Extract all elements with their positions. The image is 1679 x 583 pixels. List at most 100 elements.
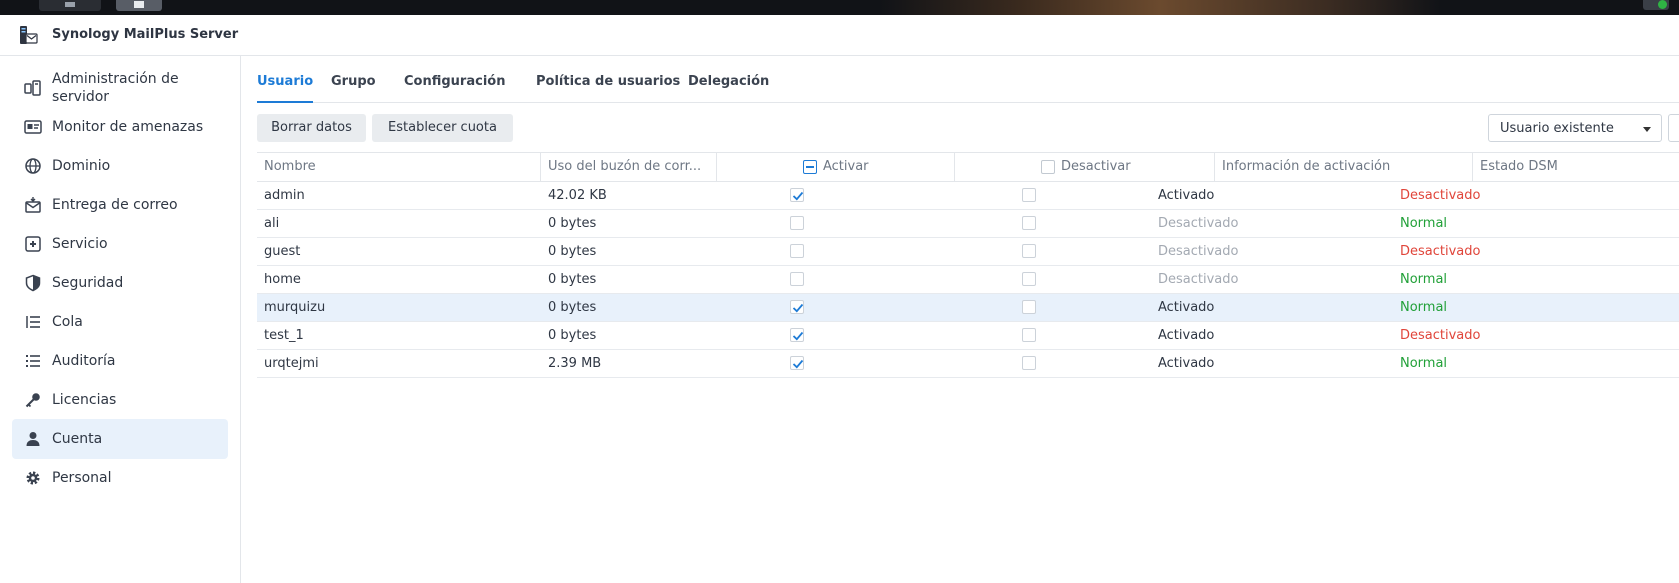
select-all-activate-checkbox[interactable]: [803, 160, 817, 174]
activate-checkbox[interactable]: [790, 188, 804, 202]
cell-usage: 0 bytes: [548, 244, 597, 259]
cell-name: ali: [264, 216, 280, 231]
sidebar-item-label: Auditoría: [52, 353, 116, 369]
header-activation-info[interactable]: Información de activación: [1215, 153, 1473, 181]
header-dsm-status[interactable]: Estado DSM: [1473, 153, 1679, 181]
deactivate-checkbox[interactable]: [1022, 356, 1036, 370]
sidebar-item-account[interactable]: Cuenta: [12, 419, 228, 459]
sidebar-item-label: Seguridad: [52, 275, 124, 291]
header-deactivate-label: Desactivar: [1061, 159, 1131, 174]
tab-group[interactable]: Grupo: [331, 74, 376, 89]
cell-name: home: [264, 272, 301, 287]
sidebar-item-audit[interactable]: Auditoría: [12, 341, 228, 381]
sidebar-item-label: Entrega de correo: [52, 197, 178, 213]
select-all-deactivate-checkbox[interactable]: [1041, 160, 1055, 174]
cell-dsm-status: Normal: [1400, 300, 1448, 315]
sidebar-item-domain[interactable]: Dominio: [12, 146, 228, 186]
sidebar: Administración de servidor Monitor de am…: [0, 56, 241, 583]
sidebar-item-label: Cuenta: [52, 431, 103, 447]
sidebar-item-label: Administración de servidor: [52, 71, 179, 105]
header-deactivate[interactable]: Desactivar: [955, 153, 1215, 181]
desktop-wallpaper: [880, 0, 1440, 15]
cell-name: guest: [264, 244, 301, 259]
cell-dsm-status: Normal: [1400, 272, 1448, 287]
cell-activation-info: Desactivado: [1158, 272, 1239, 287]
table-body: admin 42.02 KB Activado Desactivado ali 0 byt…: [257, 182, 1679, 378]
taskbar-main-menu-button[interactable]: [39, 0, 101, 11]
cell-name: murquizu: [264, 300, 326, 315]
queue-icon: [24, 313, 42, 331]
cell-activation-info: Activado: [1158, 300, 1215, 315]
desktop-taskbar: [0, 0, 1679, 15]
threat-monitor-icon: [24, 118, 42, 136]
tab-user[interactable]: Usuario: [257, 74, 314, 103]
cell-dsm-status: Desactivado: [1400, 244, 1481, 259]
deactivate-checkbox[interactable]: [1022, 328, 1036, 342]
user-icon: [24, 430, 42, 448]
table-row[interactable]: ali 0 bytes Desactivado Normal: [257, 210, 1679, 238]
deactivate-checkbox[interactable]: [1022, 300, 1036, 314]
user-filter-value: Usuario existente: [1500, 121, 1614, 136]
table-row[interactable]: test_1 0 bytes Activado Desactivado: [257, 322, 1679, 350]
user-table: Nombre Uso del buzón de corr... Activar …: [257, 152, 1679, 378]
sidebar-item-label: Monitor de amenazas: [52, 119, 204, 135]
tab-delegation[interactable]: Delegación: [688, 74, 769, 89]
table-row[interactable]: guest 0 bytes Desactivado Desactivado: [257, 238, 1679, 266]
cell-name: test_1: [264, 328, 304, 343]
search-button[interactable]: [1668, 114, 1679, 142]
sidebar-item-server-admin[interactable]: Administración de servidor: [12, 68, 228, 108]
cell-dsm-status: Normal: [1400, 216, 1448, 231]
cell-activation-info: Desactivado: [1158, 244, 1239, 259]
deactivate-checkbox[interactable]: [1022, 216, 1036, 230]
window-header: Synology MailPlus Server: [0, 15, 1679, 56]
activate-checkbox[interactable]: [790, 244, 804, 258]
activate-checkbox[interactable]: [790, 300, 804, 314]
set-quota-button[interactable]: Establecer cuota: [372, 114, 513, 142]
cell-usage: 0 bytes: [548, 216, 597, 231]
header-usage[interactable]: Uso del buzón de corr...: [541, 153, 717, 181]
service-icon: [24, 235, 42, 253]
activate-checkbox[interactable]: [790, 356, 804, 370]
tab-user-policy[interactable]: Política de usuarios: [536, 74, 680, 89]
sidebar-item-security[interactable]: Seguridad: [12, 263, 228, 303]
cell-activation-info: Desactivado: [1158, 216, 1239, 231]
sidebar-item-queue[interactable]: Cola: [12, 302, 228, 342]
cell-dsm-status: Normal: [1400, 356, 1448, 371]
cell-activation-info: Activado: [1158, 328, 1215, 343]
table-row[interactable]: murquizu 0 bytes Activado Normal: [257, 294, 1679, 322]
taskbar-app-button[interactable]: [116, 0, 162, 11]
main-panel: Usuario Grupo Configuración Política de …: [241, 56, 1679, 583]
cell-usage: 0 bytes: [548, 300, 597, 315]
server-admin-icon: [24, 79, 42, 97]
user-filter-select[interactable]: Usuario existente: [1488, 114, 1662, 142]
sidebar-item-mail-delivery[interactable]: Entrega de correo: [12, 185, 228, 225]
cell-usage: 0 bytes: [548, 328, 597, 343]
tab-settings[interactable]: Configuración: [404, 74, 505, 89]
activate-checkbox[interactable]: [790, 328, 804, 342]
taskbar-status-icon[interactable]: [1643, 0, 1669, 10]
sidebar-item-threat-monitor[interactable]: Monitor de amenazas: [12, 107, 228, 147]
globe-icon: [24, 157, 42, 175]
table-row[interactable]: home 0 bytes Desactivado Normal: [257, 266, 1679, 294]
table-row[interactable]: admin 42.02 KB Activado Desactivado: [257, 182, 1679, 210]
cell-dsm-status: Desactivado: [1400, 188, 1481, 203]
sidebar-item-label: Personal: [52, 470, 112, 486]
cell-name: admin: [264, 188, 305, 203]
list-icon: [24, 352, 42, 370]
deactivate-checkbox[interactable]: [1022, 244, 1036, 258]
deactivate-checkbox[interactable]: [1022, 188, 1036, 202]
cell-activation-info: Activado: [1158, 356, 1215, 371]
table-row[interactable]: urqtejmi 2.39 MB Activado Normal: [257, 350, 1679, 378]
chevron-down-icon: [1643, 127, 1651, 132]
sidebar-item-personal[interactable]: Personal: [12, 458, 228, 498]
sidebar-item-service[interactable]: Servicio: [12, 224, 228, 264]
header-activate-label: Activar: [823, 159, 869, 174]
header-activate[interactable]: Activar: [717, 153, 955, 181]
cell-usage: 0 bytes: [548, 272, 597, 287]
activate-checkbox[interactable]: [790, 272, 804, 286]
sidebar-item-licenses[interactable]: Licencias: [12, 380, 228, 420]
clear-data-button[interactable]: Borrar datos: [257, 114, 366, 142]
activate-checkbox[interactable]: [790, 216, 804, 230]
header-name[interactable]: Nombre: [257, 153, 541, 181]
deactivate-checkbox[interactable]: [1022, 272, 1036, 286]
